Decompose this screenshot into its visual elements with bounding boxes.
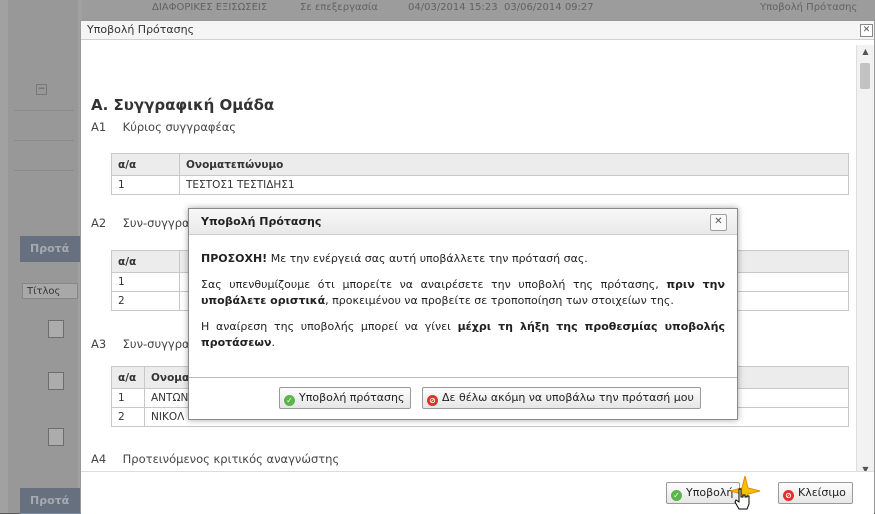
undo-text: Η αναίρεση της υποβολής μπορεί να γίνει …	[201, 319, 725, 351]
undo-part: Η αναίρεση της υποβολής μπορεί να γίνει	[201, 320, 458, 333]
reminder-text: Σας υπενθυμίζουμε ότι μπορείτε να αναιρέ…	[201, 277, 725, 309]
confirm-submit-modal: Υποβολή Πρότασης ✕ ΠΡΟΣΟΧΗ! Με την ενέργ…	[188, 208, 738, 420]
cancel-icon: ⊘	[783, 490, 794, 501]
authors-table: α/α Ονοματεπώνυμο 1 ΤΕΣΤΟΣ1 ΤΕΣΤΙΔΗΣ1	[111, 153, 849, 195]
column-header: α/α	[111, 153, 180, 176]
modal-titlebar: Υποβολή Πρότασης ✕	[189, 209, 737, 235]
table-row: 1 ΤΕΣΤΟΣ1 ΤΕΣΤΙΔΗΣ1	[111, 175, 849, 195]
subsection-label: Κύριος συγγραφέας	[122, 120, 237, 134]
table-cell: 2	[111, 291, 180, 311]
table-cell: 1	[111, 272, 180, 292]
warning-text: ΠΡΟΣΟΧΗ! Με την ενέργειά σας αυτή υποβάλ…	[201, 251, 725, 267]
scroll-up-icon[interactable]: ▲	[857, 45, 874, 59]
table-cell: 1	[111, 388, 145, 408]
section-title: Α. Συγγραφική Ομάδα	[91, 96, 275, 114]
dialog-title: Υποβολή Πρότασης	[87, 23, 195, 36]
confirm-submit-button[interactable]: ✓ Υποβολή πρότασης	[279, 387, 412, 409]
subsection-label: Προτεινόμενος κριτικός αναγνώστης	[122, 452, 340, 466]
subsection-code: A4	[91, 452, 107, 466]
reminder-part: , προκειμένου να προβείτε σε τροποποίηση…	[325, 294, 674, 307]
subsection-a4: A4 Προτεινόμενος κριτικός αναγνώστης	[91, 452, 339, 466]
table-header-row: α/α Ονοματεπώνυμο	[111, 153, 849, 176]
check-icon: ✓	[671, 490, 682, 501]
reminder-part: Σας υπενθυμίζουμε ότι μπορείτε να αναιρέ…	[201, 278, 667, 291]
modal-title: Υποβολή Πρότασης	[201, 215, 322, 228]
table-cell: 2	[111, 407, 145, 427]
modal-body: ΠΡΟΣΟΧΗ! Με την ενέργειά σας αυτή υποβάλ…	[201, 251, 725, 361]
confirm-submit-label: Υποβολή πρότασης	[299, 391, 405, 404]
subsection-code: A3	[91, 337, 107, 351]
dialog-titlebar: Υποβολή Πρότασης ✕	[81, 21, 874, 40]
cancel-submit-label: Δε θέλω ακόμη να υποβάλω την πρότασή μου	[442, 391, 694, 404]
cancel-icon: ⊘	[427, 395, 438, 406]
warning-bold: ΠΡΟΣΟΧΗ!	[201, 252, 268, 265]
subsection-a1: A1 Κύριος συγγραφέας	[91, 120, 236, 134]
column-header: α/α	[111, 250, 180, 273]
undo-part: .	[271, 336, 275, 349]
scroll-thumb[interactable]	[860, 63, 870, 89]
warning-message: Με την ενέργειά σας αυτή υποβάλλετε την …	[267, 252, 588, 265]
close-button-label: Κλείσιμο	[798, 486, 846, 499]
column-header: α/α	[111, 366, 145, 389]
close-icon[interactable]: ✕	[710, 214, 727, 231]
subsection-code: A2	[91, 216, 107, 230]
check-icon: ✓	[284, 395, 295, 406]
table-cell: ΤΕΣΤΟΣ1 ΤΕΣΤΙΔΗΣ1	[179, 175, 849, 195]
subsection-code: A1	[91, 120, 107, 134]
modal-divider	[189, 377, 737, 378]
close-button[interactable]: ⊘ Κλείσιμο	[778, 482, 853, 504]
column-header: Ονοματεπώνυμο	[179, 153, 849, 176]
submit-button-label: Υποβολή	[686, 486, 734, 499]
close-icon[interactable]: ✕	[860, 24, 873, 37]
vertical-scrollbar[interactable]: ▲ ▼	[856, 45, 874, 477]
hand-cursor-icon	[734, 488, 750, 510]
cancel-submit-button[interactable]: ⊘ Δε θέλω ακόμη να υποβάλω την πρότασή μο…	[422, 387, 701, 409]
table-cell: 1	[111, 175, 180, 195]
